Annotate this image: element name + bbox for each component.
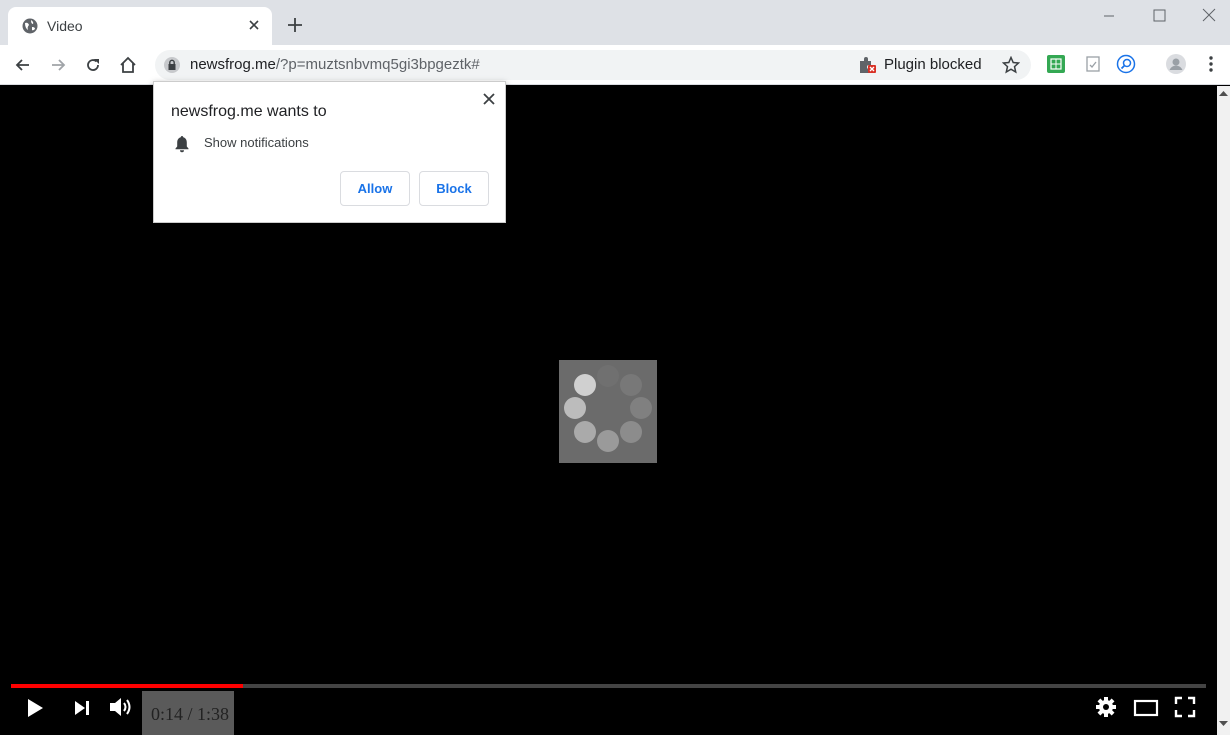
time-display: 0:14 / 1:38 bbox=[142, 691, 234, 735]
scroll-up-icon[interactable] bbox=[1219, 90, 1228, 97]
bookmark-star-icon[interactable] bbox=[1002, 56, 1020, 74]
spinner-icon bbox=[564, 365, 652, 452]
theater-mode-icon[interactable] bbox=[1133, 698, 1159, 718]
maximize-icon[interactable] bbox=[1149, 6, 1169, 26]
loading-spinner bbox=[559, 360, 657, 463]
time-text: 0:14 / 1:38 bbox=[151, 704, 230, 724]
home-icon[interactable] bbox=[118, 55, 138, 75]
forward-icon[interactable] bbox=[48, 55, 68, 75]
bell-icon bbox=[175, 136, 189, 153]
scrollbar[interactable] bbox=[1217, 86, 1230, 735]
sheets-extension-icon[interactable] bbox=[1046, 54, 1066, 74]
play-icon[interactable] bbox=[25, 697, 45, 719]
profile-avatar-icon[interactable] bbox=[1166, 54, 1186, 74]
scroll-down-icon[interactable] bbox=[1219, 720, 1228, 727]
close-tab-icon[interactable] bbox=[246, 17, 262, 33]
notification-permission-popup: newsfrog.me wants to Show notifications … bbox=[153, 81, 506, 223]
close-icon[interactable] bbox=[482, 92, 496, 106]
progress-bar[interactable] bbox=[11, 684, 1206, 688]
url-text[interactable]: newsfrog.me/?p=muztsnbvmq5gi3bpgeztk# bbox=[190, 56, 480, 73]
lock-icon[interactable] bbox=[164, 57, 180, 73]
browser-toolbar: newsfrog.me/?p=muztsnbvmq5gi3bpgeztk# Pl… bbox=[0, 45, 1230, 85]
settings-gear-icon[interactable] bbox=[1095, 696, 1117, 718]
url-host: newsfrog.me bbox=[190, 56, 276, 73]
globe-icon bbox=[22, 18, 38, 34]
minimize-icon[interactable] bbox=[1099, 6, 1119, 26]
search-extension-icon[interactable] bbox=[1116, 54, 1136, 74]
permission-text: Show notifications bbox=[204, 135, 309, 150]
new-tab-icon[interactable] bbox=[286, 16, 304, 34]
plugin-blocked-icon[interactable] bbox=[857, 56, 877, 74]
progress-played bbox=[11, 684, 243, 688]
allow-button[interactable]: Allow bbox=[340, 171, 410, 206]
reload-icon[interactable] bbox=[83, 55, 103, 75]
title-bar: Video bbox=[0, 0, 1230, 45]
popup-title: newsfrog.me wants to bbox=[171, 103, 327, 120]
next-icon[interactable] bbox=[72, 698, 92, 718]
volume-icon[interactable] bbox=[108, 695, 134, 719]
url-path: /?p=muztsnbvmq5gi3bpgeztk# bbox=[275, 56, 480, 73]
menu-kebab-icon[interactable] bbox=[1201, 54, 1221, 74]
block-button[interactable]: Block bbox=[419, 171, 489, 206]
fullscreen-icon[interactable] bbox=[1174, 696, 1196, 718]
address-bar[interactable]: newsfrog.me/?p=muztsnbvmq5gi3bpgeztk# Pl… bbox=[155, 50, 1031, 80]
pdf-extension-icon[interactable] bbox=[1083, 54, 1103, 74]
tab-title: Video bbox=[47, 18, 83, 34]
close-window-icon[interactable] bbox=[1199, 6, 1219, 26]
back-icon[interactable] bbox=[13, 55, 33, 75]
plugin-blocked-label[interactable]: Plugin blocked bbox=[884, 56, 982, 73]
tab-video[interactable]: Video bbox=[8, 7, 272, 45]
